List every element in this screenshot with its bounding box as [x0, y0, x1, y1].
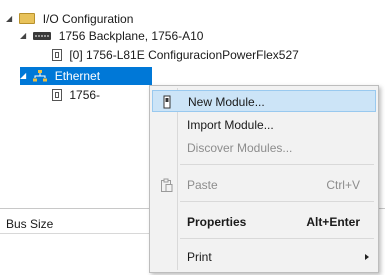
network-icon — [33, 69, 48, 82]
submenu-arrow-icon — [365, 254, 369, 260]
menu-separator — [180, 164, 374, 165]
menu-item-label: Properties — [187, 215, 247, 229]
paste-icon — [161, 178, 173, 192]
new-module-icon — [163, 95, 171, 109]
tree-node-label: I/O Configuration — [42, 12, 134, 26]
menu-separator — [180, 201, 374, 202]
tree-node-controller[interactable]: [0] 1756-L81E ConfiguracionPowerFlex527 — [52, 46, 299, 64]
menu-item-paste[interactable]: Paste Ctrl+V — [152, 174, 376, 196]
module-icon — [52, 88, 62, 101]
tree-node-io-configuration[interactable]: ◢ I/O Configuration — [6, 10, 133, 28]
backplane-icon — [33, 31, 52, 40]
folder-icon — [19, 13, 36, 25]
menu-item-shortcut: Alt+Enter — [306, 215, 360, 229]
collapse-triangle-icon[interactable]: ◢ — [20, 27, 30, 45]
bus-size-column-header[interactable]: Bus Size — [0, 215, 157, 234]
menu-item-label: Paste — [187, 178, 218, 192]
menu-separator — [180, 238, 374, 239]
menu-item-shortcut: Ctrl+V — [326, 178, 360, 192]
tree-node-backplane[interactable]: ◢ 1756 Backplane, 1756-A10 — [20, 27, 203, 45]
menu-item-label: Import Module... — [187, 118, 274, 132]
menu-item-import-module[interactable]: Import Module... — [152, 114, 376, 136]
tree-node-label: 1756- — [69, 88, 101, 102]
tree-node-label: 1756 Backplane, 1756-A10 — [58, 29, 204, 43]
menu-item-label: Print — [187, 250, 212, 264]
menu-item-discover-modules[interactable]: Discover Modules... — [152, 137, 376, 159]
context-menu: New Module... Import Module... Discover … — [149, 85, 379, 273]
tree-node-ethernet[interactable]: ◢ Ethernet — [20, 67, 152, 85]
menu-item-label: Discover Modules... — [187, 141, 293, 155]
menu-item-new-module[interactable]: New Module... — [152, 90, 376, 112]
menu-item-print[interactable]: Print — [152, 246, 376, 268]
menu-item-properties[interactable]: Properties Alt+Enter — [152, 211, 376, 233]
collapse-triangle-icon[interactable]: ◢ — [20, 67, 30, 85]
menu-item-label: New Module... — [188, 95, 265, 109]
module-icon — [52, 48, 62, 61]
tree-node-ethernet-child[interactable]: 1756- — [52, 86, 100, 104]
tree-node-label: Ethernet — [54, 69, 101, 83]
collapse-triangle-icon[interactable]: ◢ — [6, 10, 16, 28]
tree-node-label: [0] 1756-L81E ConfiguracionPowerFlex527 — [69, 48, 299, 62]
